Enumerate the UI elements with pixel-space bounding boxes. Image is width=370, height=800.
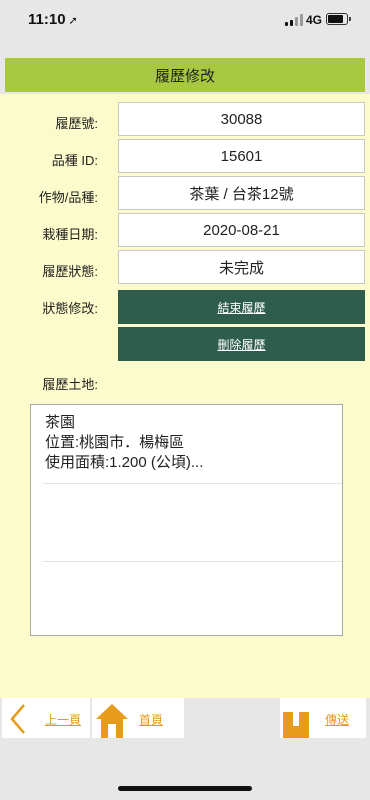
- prev-page-label: 上一頁: [45, 713, 82, 727]
- status-bar: 11:10 ➚ 4G: [0, 0, 370, 46]
- status-change-label: 狀態修改:: [42, 301, 98, 316]
- land-area: 使用面積:1.200 (公頃)...: [45, 454, 204, 471]
- list-divider: [43, 483, 342, 484]
- land-name: 茶園: [45, 414, 76, 431]
- network-type: 4G: [306, 13, 323, 27]
- land-list-item[interactable]: 茶園 位置:桃園市．楊梅區 使用面積:1.200 (公頃)...: [45, 413, 203, 473]
- record-no-label: 履歷號:: [55, 116, 98, 131]
- land-label: 履歷土地:: [42, 377, 98, 392]
- send-label: 傳送: [325, 713, 350, 727]
- end-record-button[interactable]: 結束履歷: [118, 290, 365, 324]
- land-list[interactable]: 茶園 位置:桃園市．楊梅區 使用面積:1.200 (公頃)...: [30, 404, 343, 636]
- variety-id-field: 15601: [118, 139, 365, 173]
- chevron-left-icon: [10, 704, 25, 734]
- land-location: 位置:桃園市．楊梅區: [45, 434, 185, 451]
- home-label: 首頁: [139, 713, 164, 727]
- clock-text: 11:10: [28, 11, 66, 28]
- home-icon: [96, 704, 128, 738]
- delete-record-button[interactable]: 刪除履歷: [118, 327, 365, 361]
- crop-label: 作物/品種:: [38, 190, 98, 205]
- list-divider: [43, 561, 342, 562]
- home-button[interactable]: 首頁: [92, 698, 184, 738]
- status-time: 11:10 ➚: [28, 11, 78, 28]
- bottom-nav: 上一頁 首頁 傳送: [0, 698, 370, 738]
- record-status-field: 未完成: [118, 250, 365, 284]
- plant-date-field[interactable]: 2020-08-21: [118, 213, 365, 247]
- prev-page-button[interactable]: 上一頁: [2, 698, 90, 738]
- plant-date-label: 栽種日期:: [42, 227, 98, 242]
- location-arrow-icon: ➚: [68, 15, 78, 27]
- upload-icon: [283, 702, 309, 738]
- battery-icon: [326, 13, 351, 25]
- home-indicator[interactable]: [118, 786, 252, 791]
- signal-icon: [285, 14, 305, 26]
- send-button[interactable]: 傳送: [280, 698, 366, 738]
- record-no-field: 30088: [118, 102, 365, 136]
- record-status-label: 履歷狀態:: [42, 264, 98, 279]
- page-title: 履歷修改: [5, 58, 365, 92]
- crop-field: 茶葉 / 台茶12號: [118, 176, 365, 210]
- variety-id-label: 品種 ID:: [51, 153, 98, 168]
